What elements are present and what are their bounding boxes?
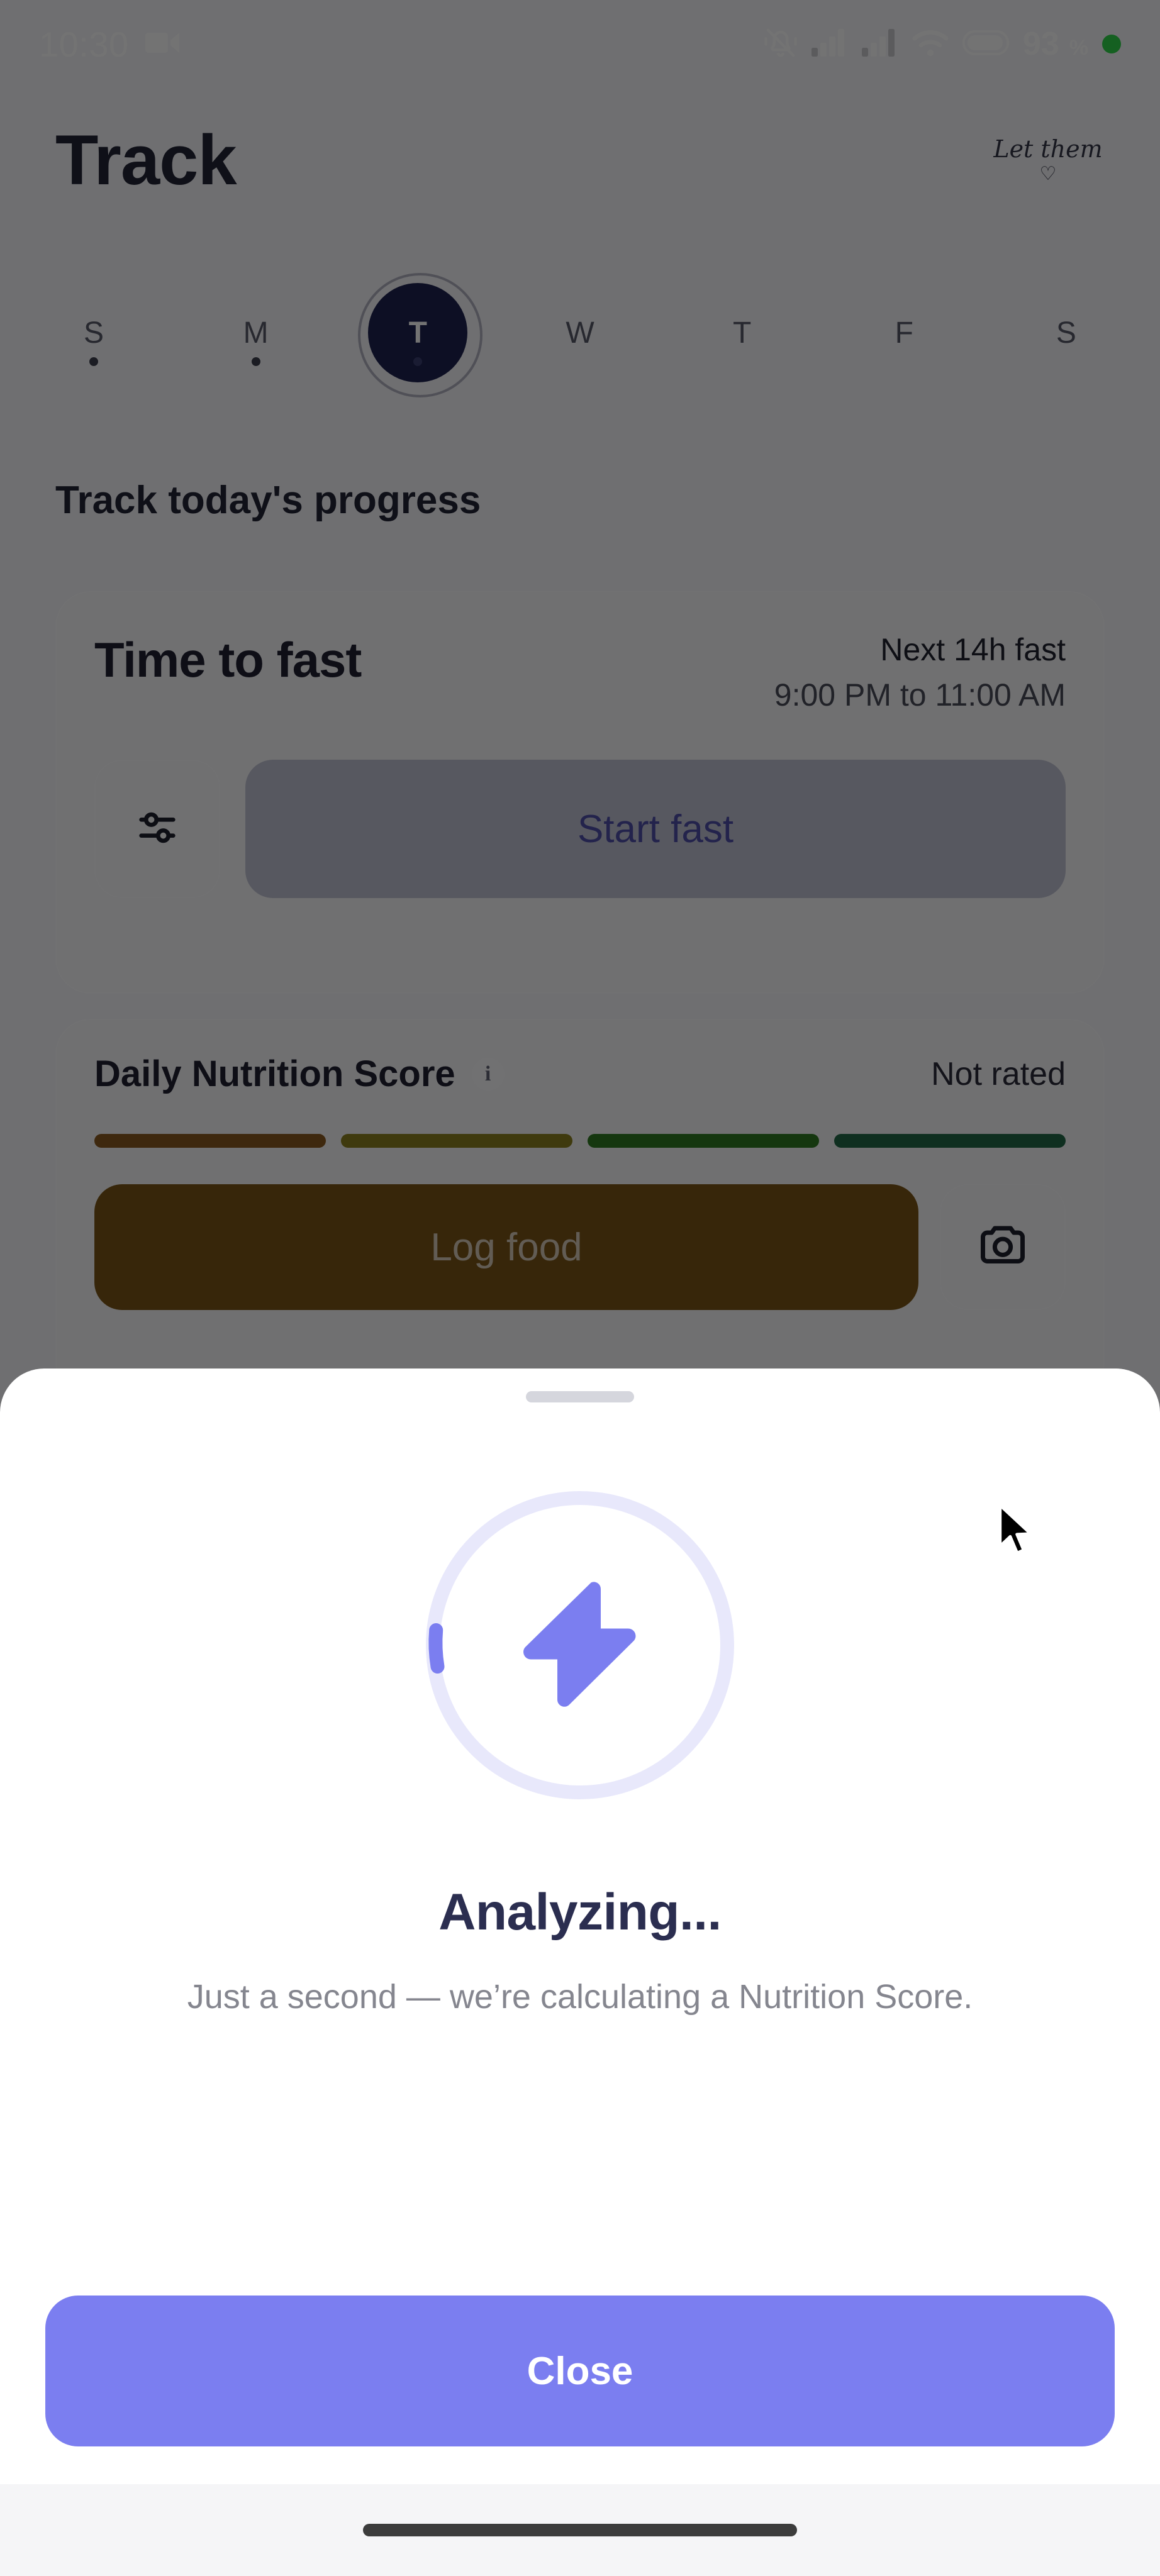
lightning-bolt-icon [520,1578,640,1713]
drag-handle[interactable] [526,1391,634,1402]
home-indicator[interactable] [363,2524,797,2536]
sheet-title: Analyzing... [438,1884,722,1941]
close-button[interactable]: Close [45,2296,1115,2446]
loading-spinner [416,1482,744,1809]
home-indicator-bar [0,2484,1160,2576]
analyzing-bottom-sheet: Analyzing... Just a second — we’re calcu… [0,1368,1160,2576]
sheet-description: Just a second — we’re calculating a Nutr… [187,1978,973,2016]
